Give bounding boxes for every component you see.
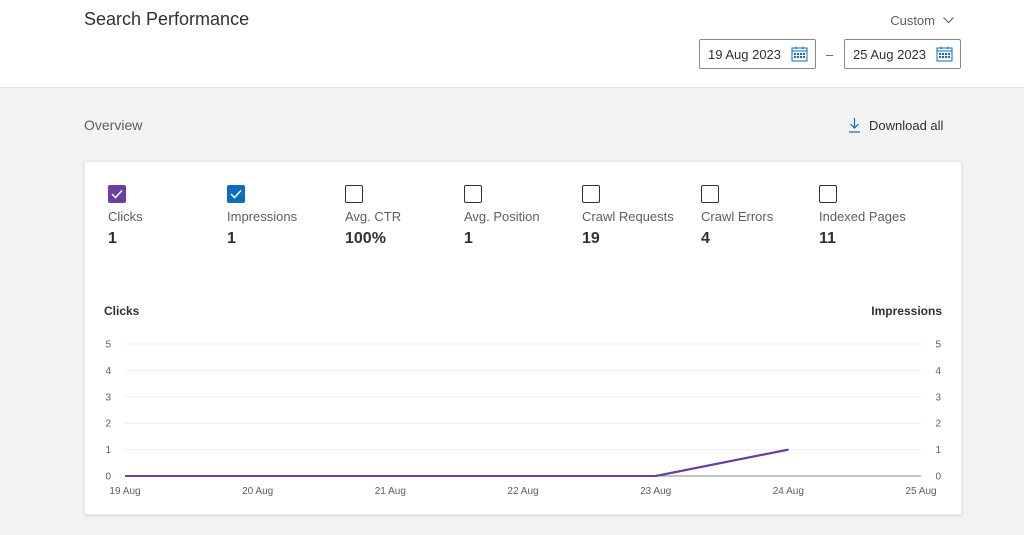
- end-date-value: 25 Aug 2023: [853, 46, 927, 62]
- metric-label: Indexed Pages: [819, 209, 906, 224]
- metric-checkbox[interactable]: [345, 185, 363, 203]
- metric-crawl-errors[interactable]: Crawl Errors 4: [701, 185, 811, 248]
- y-tick-right: 5: [935, 340, 941, 351]
- end-date-field[interactable]: 25 Aug 2023: [844, 39, 961, 69]
- start-date-value: 19 Aug 2023: [708, 46, 782, 62]
- metric-value: 100%: [345, 230, 386, 247]
- y-tick-left: 4: [105, 366, 111, 377]
- date-range-label: Custom: [890, 13, 935, 28]
- metric-checkbox[interactable]: [464, 185, 482, 203]
- metric-value: 11: [819, 230, 836, 247]
- y-tick-left: 3: [105, 392, 111, 403]
- right-axis-title: Impressions: [871, 304, 942, 318]
- date-separator: –: [826, 47, 834, 62]
- metric-avg-ctr[interactable]: Avg. CTR 100%: [345, 185, 455, 248]
- left-axis-title: Clicks: [104, 304, 140, 318]
- metric-checkbox[interactable]: [701, 185, 719, 203]
- date-range-dropdown[interactable]: Custom: [890, 13, 954, 28]
- download-all-label: Download all: [869, 117, 944, 133]
- metric-value: 19: [582, 230, 600, 247]
- metric-label: Avg. CTR: [345, 209, 402, 224]
- y-tick-right: 4: [935, 366, 941, 377]
- metric-checkbox[interactable]: [108, 185, 126, 203]
- metric-label: Avg. Position: [464, 209, 540, 224]
- y-tick-right: 0: [935, 472, 941, 483]
- metric-indexed-pages[interactable]: Indexed Pages 11: [819, 185, 929, 248]
- metric-label: Crawl Errors: [701, 209, 774, 224]
- metric-checkbox[interactable]: [819, 185, 837, 203]
- y-tick-right: 1: [935, 445, 941, 456]
- metric-label: Clicks: [108, 209, 143, 224]
- x-tick: 22 Aug: [507, 486, 538, 497]
- metric-value: 1: [108, 230, 117, 247]
- x-tick: 25 Aug: [905, 486, 936, 497]
- x-tick: 20 Aug: [242, 486, 273, 497]
- y-tick-left: 0: [105, 472, 111, 483]
- metric-impressions[interactable]: Impressions 1: [227, 185, 337, 248]
- checkmark-icon: [111, 189, 123, 199]
- series-line-clicks-overlay: [125, 448, 789, 477]
- metric-crawl-requests[interactable]: Crawl Requests 19: [582, 185, 692, 248]
- calendar-icon[interactable]: [791, 46, 808, 62]
- checkmark-icon: [230, 189, 242, 199]
- metric-value: 1: [227, 230, 236, 247]
- chevron-down-icon: [943, 17, 954, 24]
- y-tick-right: 2: [935, 419, 941, 430]
- metric-avg-position[interactable]: Avg. Position 1: [464, 185, 574, 248]
- metric-label: Impressions: [227, 209, 298, 224]
- y-tick-right: 3: [935, 392, 941, 403]
- metric-checkbox[interactable]: [582, 185, 600, 203]
- start-date-field[interactable]: 19 Aug 2023: [699, 39, 816, 69]
- download-icon: [849, 118, 860, 133]
- x-tick: 21 Aug: [375, 486, 406, 497]
- metric-label: Crawl Requests: [582, 209, 674, 224]
- metric-value: 1: [464, 230, 473, 247]
- x-tick: 23 Aug: [640, 486, 671, 497]
- y-tick-left: 5: [105, 340, 111, 351]
- calendar-icon[interactable]: [936, 46, 953, 62]
- metric-clicks[interactable]: Clicks 1: [108, 185, 218, 248]
- performance-card: Clicks 1 Impressions 1 Avg. CTR 100% Avg. Posi…: [84, 161, 962, 515]
- x-tick: 19 Aug: [109, 486, 140, 497]
- series-line-clicks: [125, 448, 789, 477]
- page-title: Search Performance: [84, 9, 250, 29]
- download-all-button[interactable]: Download all: [848, 117, 943, 133]
- performance-chart: 0 0 1 1 2 2 3 3 4 4 5 5 19 Aug 20 Aug 21 Aug 22 Aug 23 A…: [105, 340, 941, 498]
- header: Search Performance Custom 19 Aug 2023 – …: [0, 0, 1024, 88]
- series-line-impressions: [125, 448, 789, 477]
- overview-title: Overview: [84, 117, 143, 133]
- metric-checkbox[interactable]: [227, 185, 245, 203]
- y-tick-left: 1: [105, 445, 111, 456]
- metric-value: 4: [701, 230, 710, 247]
- y-tick-left: 2: [105, 419, 111, 430]
- x-tick: 24 Aug: [773, 486, 804, 497]
